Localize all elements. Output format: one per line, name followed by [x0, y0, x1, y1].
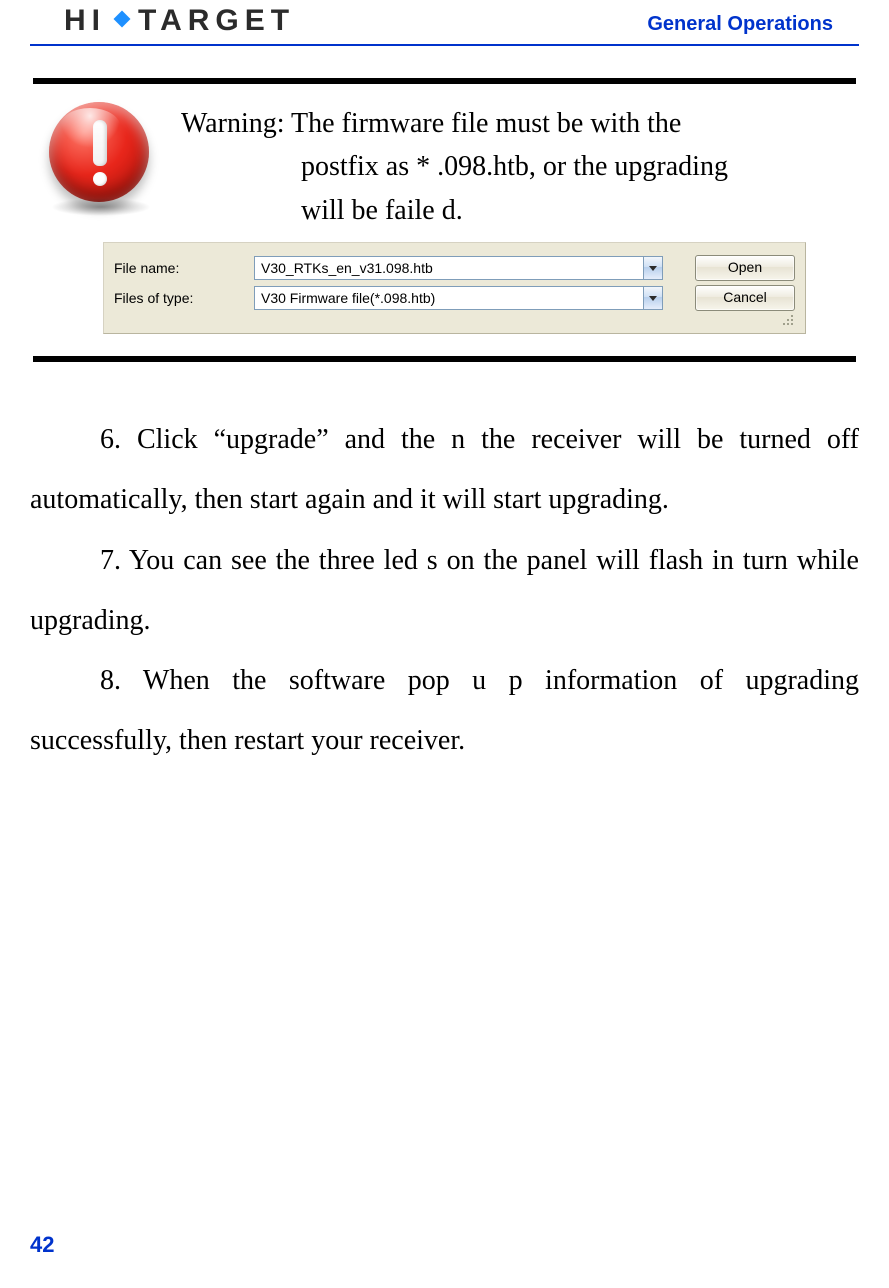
page-number: 42 [30, 1232, 54, 1258]
body-text: 6. Click “upgrade” and the n the receive… [30, 410, 859, 771]
file-name-combo[interactable]: V30_RTKs_en_v31.098.htb [254, 256, 663, 280]
brand-logo: HI TARGET [64, 4, 295, 38]
file-name-dropdown-button[interactable] [643, 256, 663, 280]
warning-icon [43, 100, 163, 220]
step-8: 8. When the software pop u p information… [30, 651, 859, 771]
step-7: 7. You can see the three led s on the pa… [30, 531, 859, 651]
file-dialog: File name: V30_RTKs_en_v31.098.htb Open … [103, 242, 806, 334]
page: HI TARGET General Operations Warning: Th… [0, 0, 889, 1288]
cancel-button[interactable]: Cancel [695, 285, 795, 311]
diamond-icon [114, 11, 131, 28]
open-button[interactable]: Open [695, 255, 795, 281]
header-rule [30, 44, 859, 46]
warning-row: Warning: The firmware file must be with … [43, 100, 846, 232]
chevron-down-icon [649, 296, 657, 301]
file-name-input[interactable]: V30_RTKs_en_v31.098.htb [254, 256, 643, 280]
file-name-row: File name: V30_RTKs_en_v31.098.htb Open [114, 255, 795, 281]
chevron-down-icon [649, 266, 657, 271]
warning-text: Warning: The firmware file must be with … [181, 100, 728, 232]
file-name-label: File name: [114, 260, 244, 276]
callout-block: Warning: The firmware file must be with … [33, 78, 856, 362]
section-title: General Operations [647, 13, 833, 38]
brand-text-left: HI [64, 4, 106, 38]
files-type-combo[interactable]: V30 Firmware file(*.098.htb) [254, 286, 663, 310]
files-type-row: Files of type: V30 Firmware file(*.098.h… [114, 285, 795, 311]
warning-line-3: will be faile d. [181, 189, 728, 232]
header-row: HI TARGET General Operations [30, 4, 859, 44]
brand-text-right: TARGET [138, 4, 295, 38]
step-6: 6. Click “upgrade” and the n the receive… [30, 410, 859, 530]
warning-line-1: Warning: The firmware file must be with … [181, 108, 681, 139]
files-type-label: Files of type: [114, 290, 244, 306]
size-grip-icon [114, 313, 795, 323]
callout-inner: Warning: The firmware file must be with … [33, 84, 856, 356]
page-header: HI TARGET General Operations [30, 0, 859, 54]
callout-bottom-rule [33, 356, 856, 362]
files-type-dropdown-button[interactable] [643, 286, 663, 310]
warning-line-2: postfix as * .098.htb, or the upgrading [181, 145, 728, 188]
files-type-input[interactable]: V30 Firmware file(*.098.htb) [254, 286, 643, 310]
